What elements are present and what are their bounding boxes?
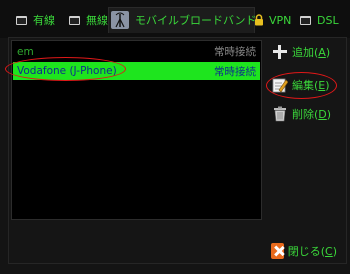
- tab-label: 無線: [86, 14, 108, 27]
- tab-bar: 有線 無線 モバイルブロードバンド VPN DSL: [0, 0, 350, 38]
- delete-accel: D: [318, 108, 327, 121]
- tab-wired[interactable]: 有線: [13, 10, 55, 30]
- tab-label: 有線: [33, 14, 55, 27]
- close-icon: [271, 242, 284, 259]
- add-accel: A: [318, 46, 326, 59]
- plus-icon: [272, 44, 288, 60]
- add-button[interactable]: 追加(A): [272, 42, 330, 62]
- wired-icon: [13, 13, 27, 25]
- trash-icon: [272, 106, 288, 122]
- close-button[interactable]: 閉じる(C): [265, 239, 337, 262]
- tab-label: VPN: [269, 13, 292, 27]
- list-item[interactable]: Vodafone (J-Phone) 常時接続: [13, 62, 260, 80]
- close-accel: C: [325, 244, 333, 258]
- list-header-row: em 常時接続: [13, 43, 260, 60]
- tab-label: モバイルブロードバンド: [135, 14, 257, 27]
- connection-name: Vodafone (J-Phone): [17, 65, 117, 77]
- connection-list[interactable]: em 常時接続 Vodafone (J-Phone) 常時接続: [11, 40, 262, 220]
- close-label: 閉じる: [287, 244, 321, 258]
- add-label: 追加: [292, 46, 314, 59]
- edit-icon: [272, 77, 289, 93]
- tab-label: DSL: [317, 13, 339, 27]
- connection-status: 常時接続: [214, 65, 256, 78]
- lock-icon: [254, 14, 264, 26]
- delete-label: 削除: [292, 108, 314, 121]
- edit-button[interactable]: 編集(E): [272, 75, 330, 95]
- wireless-icon: [66, 13, 80, 25]
- tab-vpn[interactable]: VPN: [254, 10, 291, 30]
- tab-wireless[interactable]: 無線: [66, 10, 108, 30]
- edit-label: 編集: [292, 79, 314, 92]
- delete-button[interactable]: 削除(D): [272, 104, 331, 124]
- edit-accel: E: [318, 79, 326, 92]
- column-name: em: [17, 45, 34, 58]
- tab-mobile-broadband[interactable]: モバイルブロードバンド: [111, 10, 257, 30]
- dsl-icon: [297, 13, 311, 25]
- column-status: 常時接続: [214, 46, 256, 58]
- tab-dsl[interactable]: DSL: [297, 10, 339, 30]
- connections-window: 有線 無線 モバイルブロードバンド VPN DSL em 常時接続 Vodafo…: [0, 0, 350, 274]
- antenna-icon: [111, 11, 129, 29]
